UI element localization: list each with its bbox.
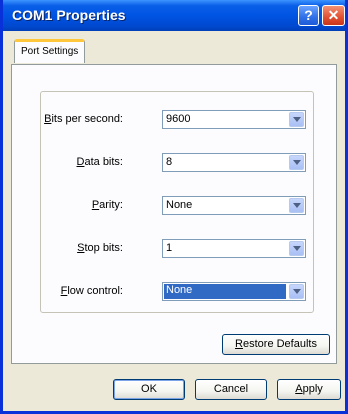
chevron-down-icon[interactable] [289,155,304,170]
chevron-down-icon[interactable] [289,284,304,299]
parity-value: None [166,199,193,211]
close-icon: ✕ [327,7,340,23]
tab-port-settings[interactable]: Port Settings [14,39,86,63]
bits-per-second-label: Bits per second: [44,113,123,125]
parity-label: Parity: [91,199,123,211]
ok-button[interactable]: OK [113,379,185,400]
chevron-down-icon[interactable] [289,112,304,127]
parity-select[interactable]: None [162,196,306,215]
properties-dialog: COM1 Properties ? ✕ Port Settings Bits p… [0,0,348,414]
cancel-button[interactable]: Cancel [195,379,267,400]
data-bits-label: Data bits: [76,156,123,168]
flow-control-value: None [164,284,286,299]
window-title: COM1 Properties [12,7,126,23]
help-button[interactable]: ? [298,5,319,26]
title-bar[interactable]: COM1 Properties ? ✕ [3,0,345,31]
chevron-down-icon[interactable] [289,198,304,213]
bits-per-second-value: 9600 [166,113,191,125]
stop-bits-select[interactable]: 1 [162,239,306,258]
tab-strip: Port Settings [6,31,342,65]
close-button[interactable]: ✕ [322,5,345,26]
data-bits-value: 8 [166,156,173,168]
chevron-down-icon[interactable] [289,241,304,256]
stop-bits-value: 1 [166,242,173,254]
settings-group: Bits per second: 9600 Data bits: 8 Parit… [40,91,314,313]
flow-control-select[interactable]: None [162,282,306,301]
stop-bits-label: Stop bits: [77,242,123,254]
bits-per-second-select[interactable]: 9600 [162,110,306,129]
tab-panel: Bits per second: 9600 Data bits: 8 Parit… [11,64,337,364]
question-mark-icon: ? [304,7,313,23]
restore-defaults-button[interactable]: Restore Defaults [222,334,330,355]
data-bits-select[interactable]: 8 [162,153,306,172]
flow-control-label: Flow control: [60,285,123,297]
apply-button[interactable]: Apply [277,379,341,400]
